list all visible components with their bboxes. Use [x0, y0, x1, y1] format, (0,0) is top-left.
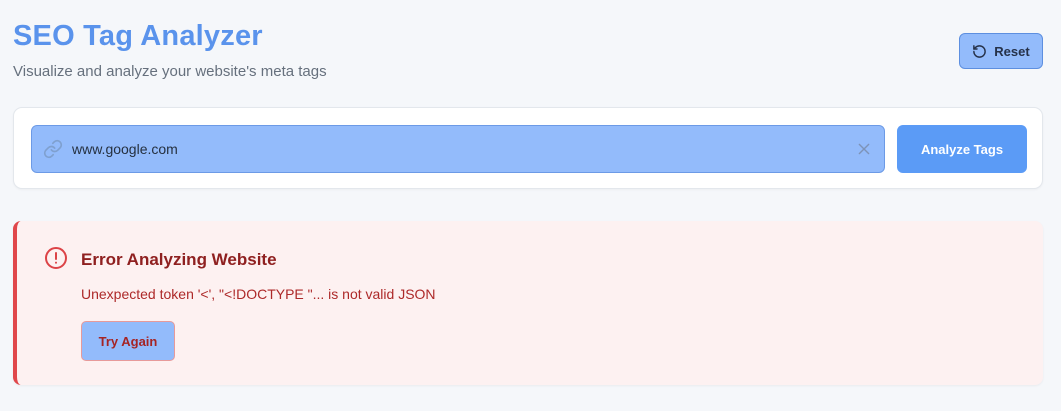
try-again-button[interactable]: Try Again — [81, 321, 175, 361]
close-icon[interactable] — [857, 142, 871, 161]
error-panel: Error Analyzing Website Unexpected token… — [13, 221, 1043, 385]
page-title: SEO Tag Analyzer — [13, 20, 263, 52]
error-title: Error Analyzing Website — [81, 250, 277, 269]
reset-button[interactable]: Reset — [959, 33, 1043, 69]
analyze-tags-button[interactable]: Analyze Tags — [897, 125, 1027, 173]
url-input[interactable] — [72, 126, 842, 172]
rotate-ccw-icon — [972, 44, 987, 59]
link-icon — [43, 139, 63, 164]
try-again-label: Try Again — [98, 333, 158, 349]
error-message: Unexpected token '<', "<!DOCTYPE "... is… — [81, 286, 436, 302]
url-field[interactable] — [31, 125, 885, 173]
alert-circle-icon — [44, 246, 68, 275]
reset-button-label: Reset — [994, 43, 1030, 59]
url-search-card: Analyze Tags — [13, 107, 1043, 189]
analyze-tags-label: Analyze Tags — [920, 141, 1004, 157]
page-subtitle: Visualize and analyze your website's met… — [13, 63, 327, 80]
page: SEO Tag Analyzer Visualize and analyze y… — [0, 0, 1061, 411]
